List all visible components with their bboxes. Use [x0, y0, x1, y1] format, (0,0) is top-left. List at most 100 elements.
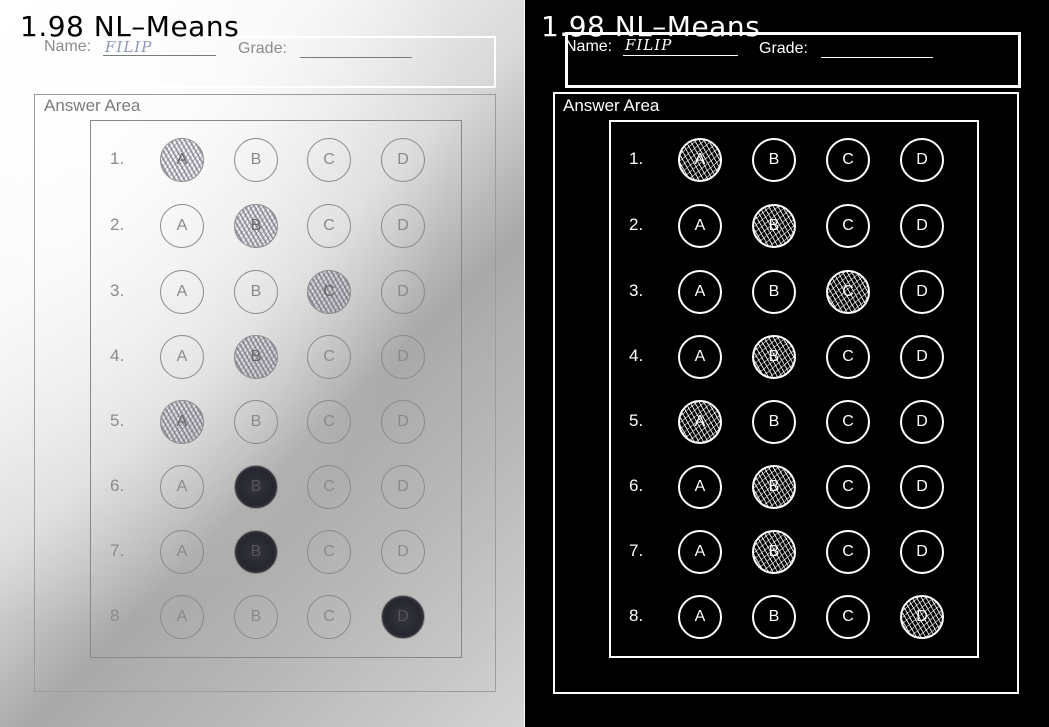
question-row: 8. A B C D — [525, 594, 1049, 644]
answer-bubble-d[interactable]: D — [381, 400, 425, 444]
answer-bubble-a[interactable]: A — [160, 138, 204, 182]
question-row: 2. A B C D — [525, 203, 1049, 253]
answer-bubble-b[interactable]: B — [752, 270, 796, 314]
answer-bubble-d[interactable]: D — [381, 530, 425, 574]
question-row: 1. A B C D — [525, 137, 1049, 187]
answer-bubble-d[interactable]: D — [900, 335, 944, 379]
answer-bubble-d[interactable]: D — [381, 335, 425, 379]
answer-bubble-d[interactable]: D — [900, 465, 944, 509]
left-panel-nl-means: Name: FILIP Grade: 1.98 NL–Means Answer … — [0, 0, 524, 727]
answer-bubble-a[interactable]: A — [678, 465, 722, 509]
question-row: 6. A B C D — [0, 464, 524, 514]
answer-bubble-b[interactable]: B — [752, 335, 796, 379]
answer-bubble-c[interactable]: C — [307, 335, 351, 379]
answer-bubble-c[interactable]: C — [307, 204, 351, 248]
question-number: 7. — [629, 541, 644, 560]
answer-bubble-d[interactable]: D — [381, 138, 425, 182]
question-number: 3. — [110, 281, 125, 300]
question-row: 8 ABCD — [0, 594, 524, 644]
answer-bubble-b[interactable]: B — [752, 465, 796, 509]
answer-bubble-b[interactable]: B — [234, 204, 278, 248]
answer-bubble-d[interactable]: D — [381, 270, 425, 314]
answer-bubble-b[interactable]: B — [752, 530, 796, 574]
answer-bubble-c[interactable]: C — [826, 138, 870, 182]
answer-bubble-a[interactable]: A — [678, 204, 722, 248]
grade-underline — [821, 57, 933, 58]
question-row: 7. A B C D — [525, 529, 1049, 579]
answer-bubble-d[interactable]: D — [900, 138, 944, 182]
answer-bubble-d[interactable]: D — [381, 595, 425, 639]
comparison-frame: Name: FILIP Grade: 1.98 NL–Means Answer … — [0, 0, 1049, 727]
answer-bubble-b[interactable]: B — [752, 595, 796, 639]
answer-bubble-c[interactable]: C — [307, 465, 351, 509]
question-number: 4. — [110, 346, 125, 365]
question-number: 1. — [110, 149, 125, 168]
answer-bubble-a[interactable]: A — [678, 595, 722, 639]
question-number: 2. — [629, 215, 644, 234]
question-number: 8. — [629, 606, 644, 625]
answer-bubble-c[interactable]: C — [826, 270, 870, 314]
question-number: 5. — [629, 411, 644, 430]
answer-bubble-b[interactable]: B — [752, 138, 796, 182]
right-panel-nl-means-edges: Name: FILIP Grade: 1.98 NL–Means Answer … — [525, 0, 1049, 727]
answer-bubble-b[interactable]: B — [234, 138, 278, 182]
answer-bubble-b[interactable]: B — [234, 465, 278, 509]
answer-bubble-c[interactable]: C — [307, 138, 351, 182]
answer-bubble-a[interactable]: A — [160, 335, 204, 379]
answer-bubble-b[interactable]: B — [234, 335, 278, 379]
answer-bubble-c[interactable]: C — [826, 465, 870, 509]
answer-bubble-b[interactable]: B — [752, 204, 796, 248]
question-row: 3. A B C D — [525, 269, 1049, 319]
answer-bubble-d[interactable]: D — [381, 465, 425, 509]
question-number: 6. — [110, 476, 125, 495]
answer-bubble-b[interactable]: B — [234, 400, 278, 444]
answer-bubble-d[interactable]: D — [381, 204, 425, 248]
question-row: 7. A B C D — [0, 529, 524, 579]
answer-bubble-a[interactable]: A — [160, 400, 204, 444]
question-row: 6. A B C D — [525, 464, 1049, 514]
answer-bubble-a[interactable]: A — [678, 530, 722, 574]
question-row: 2. A B C D — [0, 203, 524, 253]
answer-bubble-a[interactable]: A — [678, 270, 722, 314]
question-row: 1. A B C D — [0, 137, 524, 187]
answer-bubble-a[interactable]: A — [678, 138, 722, 182]
answer-bubble-d[interactable]: D — [900, 530, 944, 574]
grade-underline — [300, 57, 412, 58]
answer-bubble-a[interactable]: A — [160, 270, 204, 314]
answer-bubble-c[interactable]: C — [307, 530, 351, 574]
name-underline — [103, 55, 216, 56]
answer-bubble-b[interactable]: B — [752, 400, 796, 444]
answer-bubble-c[interactable]: C — [826, 335, 870, 379]
answer-bubble-b[interactable]: B — [234, 530, 278, 574]
answer-bubble-a[interactable]: A — [678, 400, 722, 444]
answer-bubble-c[interactable]: C — [307, 270, 351, 314]
answer-bubble-a[interactable]: A — [160, 204, 204, 248]
answer-bubble-c[interactable]: C — [826, 530, 870, 574]
question-number: 2. — [110, 215, 125, 234]
answer-bubble-d[interactable]: D — [900, 204, 944, 248]
answer-bubble-d[interactable]: D — [900, 270, 944, 314]
answer-bubble-a[interactable]: A — [160, 530, 204, 574]
question-row: 5. A B C D — [0, 399, 524, 449]
answer-bubble-d[interactable]: D — [900, 400, 944, 444]
answer-bubble-c[interactable]: C — [307, 595, 351, 639]
answer-bubble-a[interactable]: A — [678, 335, 722, 379]
answer-bubble-a[interactable]: A — [160, 595, 204, 639]
answer-bubble-c[interactable]: C — [826, 595, 870, 639]
answer-bubble-d[interactable]: D — [900, 595, 944, 639]
answer-bubble-c[interactable]: C — [826, 204, 870, 248]
answer-bubble-b[interactable]: B — [234, 595, 278, 639]
question-row: 4. A B C D — [0, 334, 524, 384]
question-number: 4. — [629, 346, 644, 365]
answer-bubble-b[interactable]: B — [234, 270, 278, 314]
method-label: 1.98 NL–Means — [541, 10, 761, 43]
question-number: 1. — [629, 149, 644, 168]
question-row: 5. A B C D — [525, 399, 1049, 449]
answer-bubble-c[interactable]: C — [826, 400, 870, 444]
question-number: 3. — [629, 281, 644, 300]
question-number: 6. — [629, 476, 644, 495]
answer-bubble-c[interactable]: C — [307, 400, 351, 444]
answer-area-label: Answer Area — [44, 96, 141, 115]
question-number: 8 — [110, 606, 120, 625]
answer-bubble-a[interactable]: A — [160, 465, 204, 509]
